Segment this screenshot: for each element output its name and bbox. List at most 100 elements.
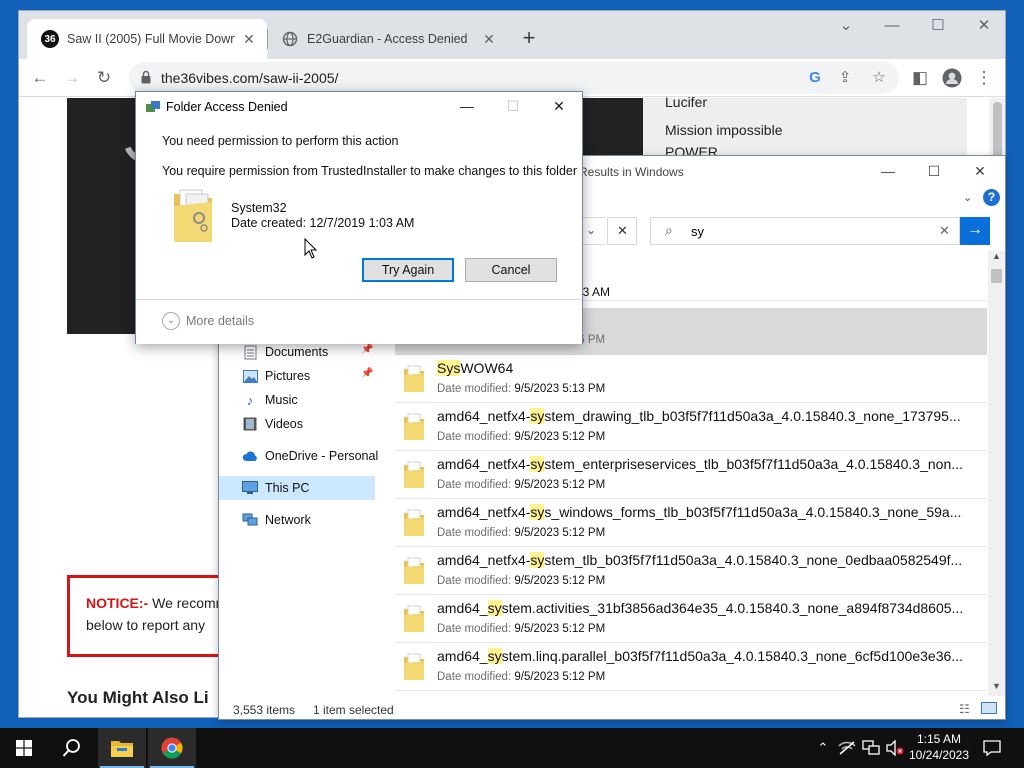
menu-kebab-icon[interactable]: ⋮ bbox=[969, 63, 999, 93]
scrollbar-thumb[interactable] bbox=[993, 102, 1002, 162]
close-tab-icon[interactable]: ✕ bbox=[241, 31, 257, 48]
notifications-icon[interactable] bbox=[978, 728, 1006, 768]
nav-label: Network bbox=[265, 513, 311, 527]
globe-icon bbox=[281, 30, 299, 48]
file-name: amd64_netfx4-system_enterpriseservices_t… bbox=[437, 456, 963, 472]
scroll-down-icon[interactable]: ▼ bbox=[992, 681, 1001, 691]
file-meta: Date modified: 9/5/2023 5:13 PM bbox=[437, 383, 606, 395]
more-details-link[interactable]: More details bbox=[186, 314, 254, 328]
reload-button[interactable]: ↻ bbox=[89, 63, 119, 93]
expand-ribbon-icon[interactable]: ⌄ bbox=[963, 191, 972, 204]
nav-item-network[interactable]: Network bbox=[241, 508, 397, 532]
selected-count: 1 item selected bbox=[313, 703, 394, 717]
network-offline-icon[interactable] bbox=[836, 728, 858, 768]
scrollbar-thumb[interactable] bbox=[991, 269, 1002, 283]
search-icon bbox=[62, 739, 80, 757]
chevron-down-icon[interactable]: ⌄ bbox=[162, 312, 180, 330]
taskbar-chrome[interactable] bbox=[148, 728, 196, 768]
google-lens-icon[interactable]: G bbox=[805, 68, 825, 88]
pin-icon: 📌 bbox=[361, 344, 374, 355]
close-icon: ✕ bbox=[617, 223, 628, 238]
file-name: amd64_netfx4-system_tlb_b03f5f7f11d50a3a… bbox=[437, 552, 963, 568]
help-icon[interactable]: ? bbox=[983, 189, 1000, 206]
sidebar-link[interactable]: Lucifer bbox=[665, 94, 707, 110]
search-button[interactable] bbox=[48, 728, 96, 768]
table-row[interactable]: amd64_system.linq.parallel_b03f5f7f11d50… bbox=[395, 643, 987, 691]
url-text: the36vibes.com/saw-ii-2005/ bbox=[161, 70, 339, 86]
close-window-button[interactable]: ✕ bbox=[961, 11, 1005, 43]
address-bar[interactable]: the36vibes.com/saw-ii-2005/ G ⇪ ☆ bbox=[129, 62, 899, 94]
clear-address-button[interactable]: ✕ bbox=[607, 217, 637, 245]
taskbar-file-explorer[interactable] bbox=[98, 728, 146, 768]
table-row[interactable]: amd64_system.activities_31bf3856ad364e35… bbox=[395, 595, 987, 643]
search-input[interactable]: ⌕ sy ✕ bbox=[650, 217, 960, 245]
new-tab-button[interactable]: + bbox=[515, 25, 543, 53]
share-icon[interactable]: ⇪ bbox=[835, 68, 855, 88]
tab-search-icon[interactable]: ⌄ bbox=[823, 11, 869, 43]
scroll-up-icon[interactable]: ▲ bbox=[992, 251, 1001, 261]
start-button[interactable] bbox=[0, 728, 48, 768]
nav-item-music[interactable]: ♪ Music bbox=[241, 388, 397, 412]
dialog-title: Folder Access Denied bbox=[166, 100, 288, 114]
item-count: 3,553 items bbox=[233, 703, 296, 717]
table-row[interactable]: SysWOW64 Date modified: 9/5/2023 5:13 PM bbox=[395, 355, 987, 403]
close-window-button[interactable]: ✕ bbox=[957, 156, 1003, 187]
table-row[interactable]: amd64_netfx4-system_enterpriseservices_t… bbox=[395, 451, 987, 499]
maximize-button[interactable]: ☐ bbox=[911, 156, 957, 187]
cancel-button[interactable]: Cancel bbox=[465, 258, 557, 282]
videos-icon bbox=[241, 416, 259, 432]
minimize-button[interactable]: — bbox=[444, 92, 490, 122]
details-view-icon[interactable]: ☷ bbox=[959, 702, 970, 716]
search-go-button[interactable]: → bbox=[960, 217, 990, 245]
status-bar: 3,553 items 1 item selected ☷ bbox=[219, 697, 1005, 719]
bookmark-star-icon[interactable]: ☆ bbox=[869, 68, 889, 88]
folder-name: System32 bbox=[231, 201, 287, 215]
clear-search-icon[interactable]: ✕ bbox=[939, 223, 950, 239]
table-row[interactable]: amd64_netfx4-system_tlb_b03f5f7f11d50a3a… bbox=[395, 547, 987, 595]
side-panel-icon[interactable]: ◧ bbox=[905, 63, 935, 93]
nav-label: Documents bbox=[265, 345, 329, 359]
sidebar-link[interactable]: Mission impossible bbox=[665, 122, 782, 138]
system-clock[interactable]: 1:15 AM 10/24/2023 bbox=[904, 731, 974, 763]
show-hidden-icons-chevron[interactable]: ⌃ bbox=[812, 728, 834, 768]
date-modified: 9/5/2023 5:12 PM bbox=[514, 431, 606, 443]
back-button[interactable]: ← bbox=[25, 63, 55, 93]
minimize-button[interactable]: — bbox=[865, 156, 911, 187]
date-modified: 9/5/2023 5:12 PM bbox=[514, 671, 606, 683]
pictures-icon bbox=[241, 368, 259, 384]
match-highlight: sy bbox=[530, 552, 545, 568]
date-modified: 9/5/2023 5:12 PM bbox=[514, 527, 606, 539]
volume-muted-icon[interactable] bbox=[884, 728, 906, 768]
file-name: amd64_netfx4-sys_windows_forms_tlb_b03f5… bbox=[437, 504, 962, 520]
date-modified: 9/5/2023 5:12 PM bbox=[514, 479, 606, 491]
large-icons-view-icon[interactable] bbox=[981, 702, 997, 714]
pin-icon: 📌 bbox=[361, 368, 374, 379]
nav-item-this-pc[interactable]: This PC bbox=[219, 476, 375, 500]
nav-label: Pictures bbox=[265, 369, 311, 383]
nav-item-pictures[interactable]: Pictures 📌 bbox=[241, 364, 397, 388]
close-dialog-button[interactable]: ✕ bbox=[536, 92, 582, 122]
folder-access-denied-dialog: Folder Access Denied — ☐ ✕ You need perm… bbox=[135, 91, 583, 344]
minimize-button[interactable]: — bbox=[869, 11, 915, 43]
ethernet-icon[interactable] bbox=[860, 728, 882, 768]
match-highlight: sy bbox=[487, 600, 502, 616]
clock-date: 10/24/2023 bbox=[908, 748, 970, 762]
table-row[interactable]: amd64_netfx4-sys_windows_forms_tlb_b03f5… bbox=[395, 499, 987, 547]
file-meta: Date modified: 9/5/2023 5:12 PM bbox=[437, 671, 606, 683]
match-highlight: sy bbox=[530, 504, 545, 520]
file-name: amd64_system.linq.parallel_b03f5f7f11d50… bbox=[437, 648, 963, 664]
notice-label: NOTICE:- bbox=[86, 595, 149, 611]
forward-button[interactable]: → bbox=[57, 63, 87, 93]
lock-icon bbox=[141, 70, 151, 84]
nav-item-onedrive[interactable]: OneDrive - Personal bbox=[241, 444, 401, 468]
results-scrollbar[interactable]: ▲ ▼ bbox=[988, 251, 1005, 696]
tab-saw-ii[interactable]: 36 Saw II (2005) Full Movie Downlo ✕ bbox=[27, 19, 267, 59]
maximize-button[interactable]: ☐ bbox=[915, 11, 961, 43]
table-row[interactable]: amd64_netfx4-system_drawing_tlb_b03f5f7f… bbox=[395, 403, 987, 451]
try-again-button[interactable]: Try Again bbox=[362, 258, 454, 282]
related-heading: You Might Also Li bbox=[67, 688, 209, 707]
nav-item-videos[interactable]: Videos bbox=[241, 412, 397, 436]
close-tab-icon[interactable]: ✕ bbox=[481, 31, 497, 48]
profile-avatar[interactable] bbox=[937, 63, 967, 93]
tab-e2guardian[interactable]: E2Guardian - Access Denied ✕ bbox=[267, 19, 507, 59]
